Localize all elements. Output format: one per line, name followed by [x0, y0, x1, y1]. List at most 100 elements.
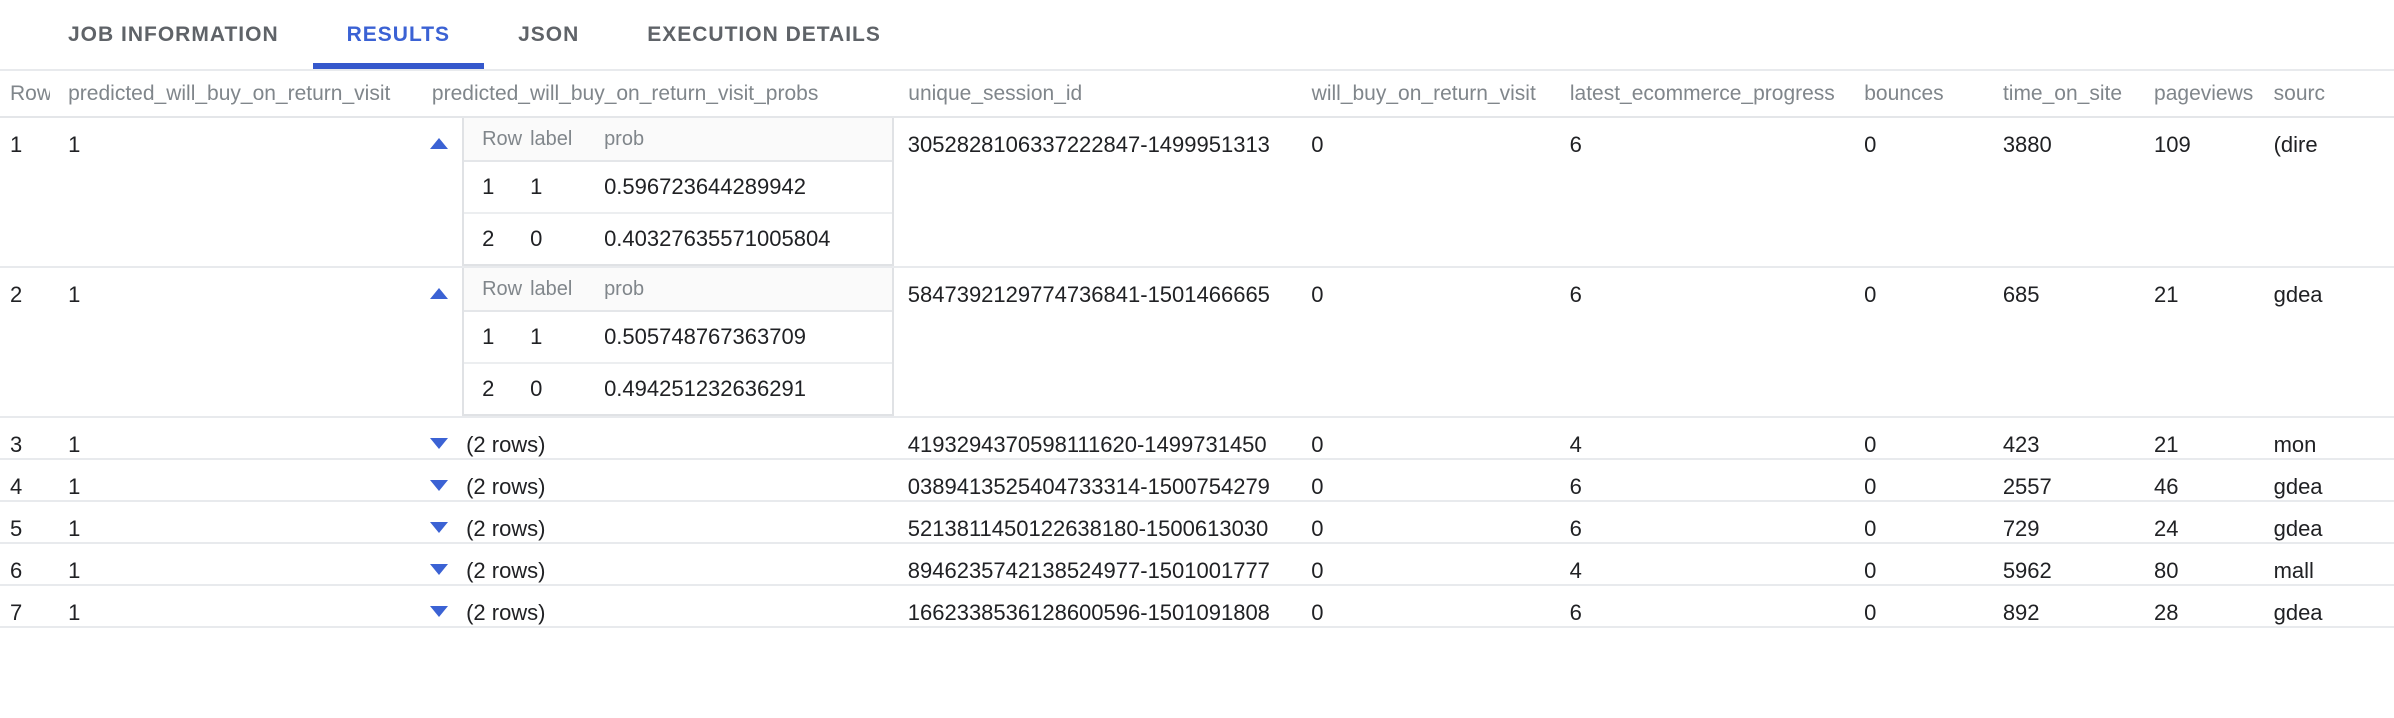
cell-pageviews: 109 — [2150, 118, 2270, 266]
cell-latest-ecommerce-progress: 6 — [1564, 502, 1861, 542]
cell-predicted-will-buy-on-return-visit: 1 — [50, 118, 414, 266]
expand-struct-toggle[interactable] — [422, 564, 456, 575]
cell-bounces: 0 — [1860, 460, 1999, 500]
nested-cell-prob: 0.494251232636291 — [604, 376, 892, 402]
table-row: 71(2 rows)1662338536128600596-1501091808… — [0, 586, 2394, 628]
cell-latest-ecommerce-progress: 6 — [1564, 118, 1861, 266]
cell-row-number: 2 — [0, 268, 50, 416]
table-row: 31(2 rows)4193294370598111620-1499731450… — [0, 418, 2394, 460]
cell-unique-session-id: 0389413525404733314-1500754279 — [894, 460, 1306, 500]
table-row: 61(2 rows)8946235742138524977-1501001777… — [0, 544, 2394, 586]
nested-cell-row-number: 1 — [464, 324, 530, 350]
expand-struct-toggle[interactable] — [422, 480, 456, 491]
cell-time-on-site: 423 — [1999, 418, 2150, 458]
tab-job-information[interactable]: JOB INFORMATION — [34, 0, 313, 69]
expand-struct-toggle[interactable] — [422, 606, 456, 617]
collapsed-rows-label: (2 rows) — [456, 460, 545, 500]
nested-table-row: 200.40327635571005804 — [464, 214, 892, 266]
tab-json[interactable]: JSON — [484, 0, 613, 69]
collapsed-rows-label: (2 rows) — [456, 544, 545, 584]
cell-source: mon — [2270, 418, 2394, 458]
cell-source: gdea — [2270, 268, 2394, 416]
expand-struct-toggle[interactable] — [422, 522, 456, 533]
nested-column-header-row: Row — [464, 278, 530, 301]
cell-predicted-will-buy-on-return-visit: 1 — [50, 586, 414, 626]
cell-time-on-site: 5962 — [1999, 544, 2150, 584]
table-row: 41 (2 rows) 0389413525404733314-1500754279… — [0, 460, 2394, 502]
cell-bounces: 0 — [1860, 502, 1999, 542]
nested-table-row: 110.505748767363709 — [464, 312, 892, 364]
cell-predicted-will-buy-on-return-visit: 1 — [50, 502, 414, 542]
cell-bounces: 0 — [1860, 418, 1999, 458]
column-header-latest-ecommerce-progress[interactable]: latest_ecommerce_progress — [1564, 82, 1860, 106]
nested-cell-label: 0 — [530, 226, 604, 252]
nested-cell-label: 1 — [530, 174, 604, 200]
cell-pageviews: 28 — [2150, 586, 2270, 626]
chevron-up-icon — [430, 138, 448, 149]
results-tab-bar: JOB INFORMATIONRESULTSJSONEXECUTION DETA… — [0, 0, 2394, 71]
cell-predicted-will-buy-on-return-visit-probs: (2 rows) — [414, 502, 894, 542]
collapsed-rows-label: (2 rows) — [456, 502, 545, 542]
cell-row-number: 4 — [0, 460, 50, 500]
expand-struct-toggle[interactable] — [422, 438, 456, 449]
cell-predicted-will-buy-on-return-visit-probs: (2 rows) — [414, 544, 894, 584]
column-header-pageviews[interactable]: pageviews — [2150, 82, 2270, 106]
tab-execution-details[interactable]: EXECUTION DETAILS — [613, 0, 915, 69]
cell-row-number: 7 — [0, 586, 50, 626]
cell-will-buy-on-return-visit: 0 — [1305, 460, 1563, 500]
cell-row-number: 6 — [0, 544, 50, 584]
nested-column-header-label: label — [530, 278, 604, 301]
cell-pageviews: 46 — [2150, 460, 2270, 500]
cell-unique-session-id: 8946235742138524977-1501001777 — [894, 544, 1306, 584]
cell-unique-session-id: 3052828106337222847-1499951313 — [894, 118, 1306, 266]
column-header-bounces[interactable]: bounces — [1860, 82, 1999, 106]
cell-pageviews: 21 — [2150, 268, 2270, 416]
table-row: 51(2 rows)5213811450122638180-1500613030… — [0, 502, 2394, 544]
nested-column-header-row: Row — [464, 128, 530, 151]
cell-latest-ecommerce-progress: 4 — [1564, 544, 1861, 584]
column-header-row[interactable]: Row — [0, 82, 50, 106]
collapsed-rows-label: (2 rows) — [456, 418, 545, 458]
chevron-down-icon — [430, 438, 448, 449]
column-header-will-buy-on-return-visit[interactable]: will_buy_on_return_visit — [1306, 82, 1564, 106]
column-header-unique-session-id[interactable]: unique_session_id — [894, 82, 1305, 106]
tab-results[interactable]: RESULTS — [313, 0, 484, 69]
column-header-source[interactable]: sourc — [2270, 82, 2394, 106]
collapsed-rows-label: (2 rows) — [456, 586, 545, 626]
cell-predicted-will-buy-on-return-visit: 1 — [50, 460, 414, 500]
cell-pageviews: 21 — [2150, 418, 2270, 458]
column-header-predicted-will-buy-on-return-visit[interactable]: predicted_will_buy_on_return_visit — [50, 82, 414, 106]
nested-struct-table: Rowlabelprob110.596723644289942200.40327… — [462, 118, 894, 266]
results-grid: Row predicted_will_buy_on_return_visit p… — [0, 71, 2394, 718]
cell-time-on-site: 685 — [1999, 268, 2150, 416]
cell-latest-ecommerce-progress: 4 — [1564, 418, 1861, 458]
chevron-down-icon — [430, 606, 448, 617]
cell-predicted-will-buy-on-return-visit-probs: Rowlabelprob110.505748767363709200.49425… — [414, 268, 894, 416]
nested-table-header: Rowlabelprob — [464, 118, 892, 162]
cell-source: gdea — [2270, 586, 2394, 626]
cell-source: gdea — [2270, 460, 2394, 500]
cell-bounces: 0 — [1860, 118, 1999, 266]
cell-pageviews: 80 — [2150, 544, 2270, 584]
cell-time-on-site: 729 — [1999, 502, 2150, 542]
cell-will-buy-on-return-visit: 0 — [1305, 418, 1563, 458]
table-row: 11Rowlabelprob110.596723644289942200.403… — [0, 118, 2394, 268]
cell-latest-ecommerce-progress: 6 — [1564, 268, 1861, 416]
column-header-predicted-will-buy-on-return-visit-probs[interactable]: predicted_will_buy_on_return_visit_probs — [414, 82, 894, 106]
nested-cell-prob: 0.505748767363709 — [604, 324, 892, 350]
nested-struct-table: Rowlabelprob110.505748767363709200.49425… — [462, 268, 894, 416]
cell-bounces: 0 — [1860, 544, 1999, 584]
collapse-struct-toggle[interactable] — [422, 138, 456, 149]
cell-predicted-will-buy-on-return-visit-probs: (2 rows) — [414, 418, 894, 458]
nested-column-header-prob: prob — [604, 128, 892, 151]
nested-cell-row-number: 2 — [464, 226, 530, 252]
cell-source: (dire — [2270, 118, 2394, 266]
nested-cell-label: 1 — [530, 324, 604, 350]
column-header-time-on-site[interactable]: time_on_site — [1999, 82, 2150, 106]
chevron-down-icon — [430, 564, 448, 575]
cell-predicted-will-buy-on-return-visit-probs: (2 rows) — [414, 586, 894, 626]
collapse-struct-toggle[interactable] — [422, 288, 456, 299]
cell-will-buy-on-return-visit: 0 — [1305, 586, 1563, 626]
cell-pageviews: 24 — [2150, 502, 2270, 542]
nested-cell-row-number: 1 — [464, 174, 530, 200]
